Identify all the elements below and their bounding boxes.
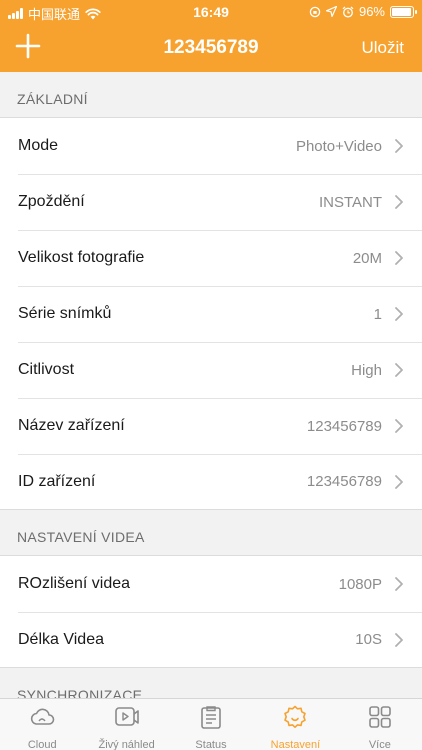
section-header: NASTAVENÍ VIDEA — [0, 510, 422, 556]
row-value: 123456789 — [306, 473, 382, 490]
signal-icon — [8, 8, 23, 19]
carrier-label: 中国联通 — [28, 7, 81, 22]
settings-row[interactable]: Série snímků 1 — [0, 286, 422, 342]
tab-label: Status — [195, 739, 227, 750]
tab-2[interactable]: Živý náhled — [84, 699, 168, 750]
settings-row[interactable]: ROzlišení videa 1080P — [0, 556, 422, 612]
row-value: INSTANT — [318, 193, 382, 211]
location-arrow-icon — [325, 6, 337, 17]
grid-apps-icon — [366, 704, 394, 735]
row-value: 123456789 — [306, 417, 382, 435]
settings-row[interactable]: Zpoždění INSTANT — [0, 174, 422, 230]
section-header: SYNCHRONIZACE — [0, 668, 422, 698]
row-label: Citlivost — [18, 361, 75, 378]
row-value: 1 — [373, 305, 382, 323]
settings-row[interactable]: Název zařízení 123456789 — [0, 398, 422, 454]
status-left: 中国联通 — [8, 4, 101, 23]
navigation-bar: 123456789 Uložit — [0, 28, 422, 68]
row-value: High — [351, 361, 382, 379]
row-value: Photo+Video — [295, 137, 382, 155]
row-label: ID zařízení — [18, 472, 96, 490]
add-icon[interactable] — [14, 32, 42, 60]
tab-4[interactable]: Nastavení — [253, 699, 337, 750]
settings-row[interactable]: ID zařízení 123456789 — [0, 454, 422, 510]
orientation-lock-icon — [309, 6, 321, 17]
battery-icon — [390, 5, 417, 18]
tab-bar: Cloud Živý náhled Status Nastavení Více — [0, 698, 422, 750]
settings-gear-icon — [281, 704, 309, 735]
clipboard-icon — [197, 704, 225, 735]
row-label: ROzlišení videa — [18, 575, 131, 592]
chevron-right-icon — [394, 194, 404, 210]
tab-label: Cloud — [27, 739, 57, 750]
settings-list[interactable]: ZÁKLADNÍ Mode Photo+Video Zpoždění INSTANT Ve… — [0, 72, 422, 698]
settings-row[interactable]: Velikost fotografie 20M — [0, 230, 422, 286]
chevron-right-icon — [394, 474, 404, 490]
tab-1[interactable]: Cloud — [0, 699, 84, 750]
chevron-right-icon — [394, 306, 404, 322]
chevron-right-icon — [394, 576, 404, 592]
chevron-right-icon — [394, 362, 404, 378]
status-right: 96% — [309, 4, 417, 19]
tab-5[interactable]: Více — [338, 699, 422, 750]
alarm-clock-icon — [342, 6, 354, 18]
row-label: Velikost fotografie — [18, 249, 145, 266]
row-label: Mode — [18, 137, 59, 154]
status-bar: 中国联通 16:49 96% — [0, 0, 422, 24]
battery-percent: 96% — [358, 4, 385, 19]
tab-label: Více — [368, 739, 391, 750]
settings-row[interactable]: Citlivost High — [0, 342, 422, 398]
chevron-right-icon — [394, 632, 404, 648]
chevron-right-icon — [394, 250, 404, 266]
row-label: Název zařízení — [18, 417, 125, 434]
page-title: 123456789 — [163, 37, 259, 58]
chevron-right-icon — [394, 418, 404, 434]
row-value: 1080P — [338, 575, 382, 593]
row-value: 20M — [352, 249, 382, 267]
tab-label: Živý náhled — [98, 739, 155, 750]
row-label: Zpoždění — [18, 193, 85, 210]
app-header: 中国联通 16:49 96% 123456789 Uložit — [0, 0, 422, 72]
row-label: Délka Videa — [18, 630, 104, 648]
row-value: 10S — [355, 631, 382, 648]
save-button[interactable]: Uložit — [361, 38, 404, 58]
video-play-icon — [113, 704, 141, 735]
tab-3[interactable]: Status — [169, 699, 253, 750]
settings-row[interactable]: Délka Videa 10S — [0, 612, 422, 668]
wifi-icon — [85, 8, 101, 19]
settings-row[interactable]: Mode Photo+Video — [0, 118, 422, 174]
tab-label: Nastavení — [270, 739, 321, 750]
row-label: Série snímků — [18, 305, 112, 322]
cloud-icon — [28, 704, 56, 735]
chevron-right-icon — [394, 138, 404, 154]
section-header: ZÁKLADNÍ — [0, 72, 422, 118]
